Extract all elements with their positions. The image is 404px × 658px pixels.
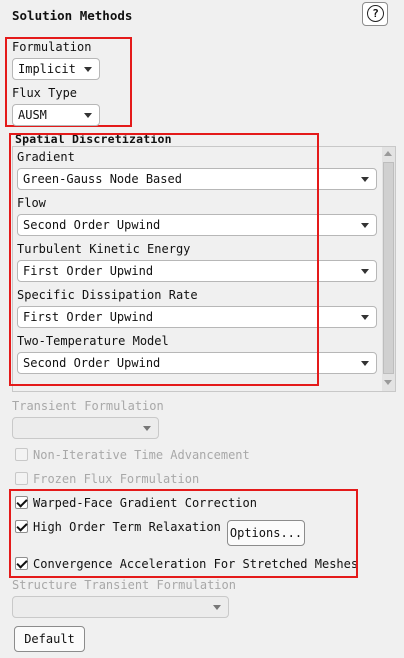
flux-type-label: Flux Type	[12, 86, 78, 100]
chevron-down-icon	[213, 605, 221, 610]
structure-transient-label: Structure Transient Formulation	[12, 578, 236, 592]
help-icon: ?	[367, 5, 384, 22]
chevron-down-icon	[84, 113, 92, 118]
chevron-down-icon	[361, 223, 369, 228]
transient-formulation-dropdown[interactable]	[12, 417, 159, 439]
chevron-down-icon	[84, 67, 92, 72]
non-iterative-checkbox[interactable]	[15, 448, 28, 461]
chevron-down-icon	[361, 361, 369, 366]
panel-title: Solution Methods	[12, 8, 133, 23]
formulation-dropdown[interactable]: Implicit	[12, 58, 100, 80]
frozen-flux-checkbox[interactable]	[15, 472, 28, 485]
highlight-box-spatial	[9, 133, 319, 386]
chevron-down-icon	[361, 177, 369, 182]
chevron-down-icon	[143, 426, 151, 431]
scroll-down-icon[interactable]	[384, 380, 392, 385]
structure-transient-dropdown[interactable]	[12, 596, 229, 618]
formulation-value: Implicit	[18, 62, 76, 76]
transient-formulation-label: Transient Formulation	[12, 399, 164, 413]
highlight-box-options	[9, 489, 358, 578]
flux-type-dropdown[interactable]: AUSM	[12, 104, 100, 126]
formulation-label: Formulation	[12, 40, 92, 54]
scrollbar-thumb[interactable]	[383, 162, 394, 374]
flux-type-value: AUSM	[18, 108, 47, 122]
chevron-down-icon	[361, 269, 369, 274]
non-iterative-label: Non-Iterative Time Advancement	[33, 448, 250, 462]
chevron-down-icon	[361, 315, 369, 320]
help-button[interactable]: ?	[362, 2, 388, 26]
default-button[interactable]: Default	[14, 626, 85, 652]
frozen-flux-label: Frozen Flux Formulation	[33, 472, 200, 486]
scroll-up-icon[interactable]	[384, 151, 392, 156]
